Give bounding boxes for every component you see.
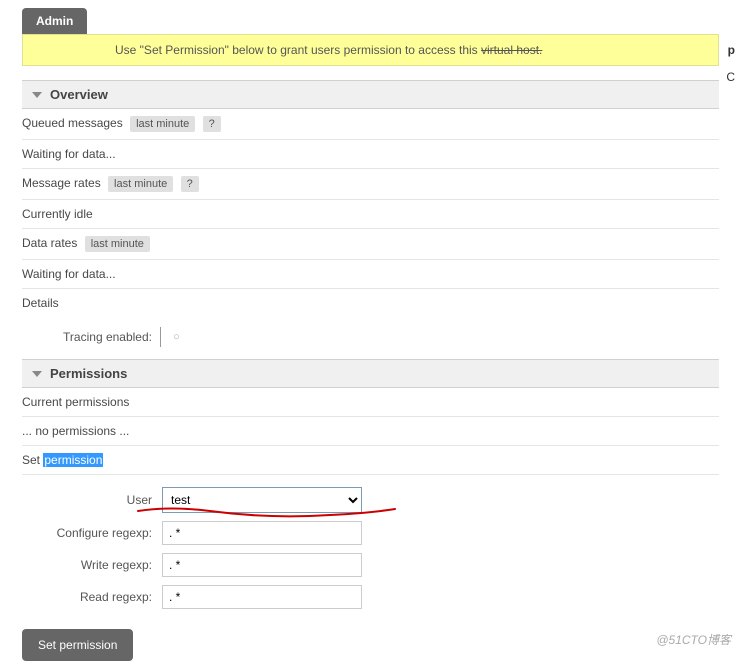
waiting-row-2: Waiting for data... — [22, 260, 719, 289]
permission-form: User test Configure regexp: Write regexp… — [22, 483, 719, 613]
waiting-row-1: Waiting for data... — [22, 140, 719, 169]
tracing-label: Tracing enabled: — [32, 330, 152, 344]
message-rates-help-icon[interactable]: ? — [181, 176, 199, 192]
user-select[interactable]: test — [162, 487, 362, 513]
message-rates-label: Message rates — [22, 176, 101, 190]
write-input[interactable] — [162, 553, 362, 577]
configure-label: Configure regexp: — [22, 526, 162, 540]
overview-title: Overview — [50, 87, 108, 102]
queued-messages-row: Queued messages last minute ? — [22, 109, 719, 140]
set-prefix: Set — [22, 453, 43, 467]
admin-tab[interactable]: Admin — [22, 8, 87, 34]
right-edge-p: p — [728, 43, 735, 57]
queued-label: Queued messages — [22, 116, 123, 130]
caret-down-icon — [32, 371, 42, 377]
set-permission-button[interactable]: Set permission — [22, 629, 133, 661]
set-permission-row: Set permission — [22, 446, 719, 475]
no-permissions-row: ... no permissions ... — [22, 417, 719, 446]
read-label: Read regexp: — [22, 590, 162, 604]
watermark: @51CTO博客 — [656, 631, 731, 648]
data-rates-row: Data rates last minute — [22, 229, 719, 260]
caret-down-icon — [32, 92, 42, 98]
notice-text-1: Use "Set Permission" below to grant user… — [115, 43, 481, 57]
read-input[interactable] — [162, 585, 362, 609]
message-rates-row: Message rates last minute ? — [22, 169, 719, 200]
data-rates-pill: last minute — [85, 236, 150, 252]
queued-help-icon[interactable]: ? — [203, 116, 221, 132]
currently-idle-row: Currently idle — [22, 200, 719, 229]
notice-text-2: virtual host. — [481, 43, 542, 57]
overview-section-header[interactable]: Overview — [22, 80, 719, 109]
current-permissions-row: Current permissions — [22, 388, 719, 417]
user-label: User — [22, 493, 162, 507]
set-highlight: permission — [43, 453, 103, 467]
right-edge-c: C — [726, 70, 735, 84]
queued-pill: last minute — [130, 116, 195, 132]
tracing-value: ○ — [160, 327, 192, 347]
data-rates-label: Data rates — [22, 236, 77, 250]
permission-notice: Use "Set Permission" below to grant user… — [22, 34, 719, 66]
permissions-title: Permissions — [50, 366, 127, 381]
details-row: Details — [22, 289, 719, 317]
message-rates-pill: last minute — [108, 176, 173, 192]
permissions-section-header[interactable]: Permissions — [22, 359, 719, 388]
configure-input[interactable] — [162, 521, 362, 545]
write-label: Write regexp: — [22, 558, 162, 572]
